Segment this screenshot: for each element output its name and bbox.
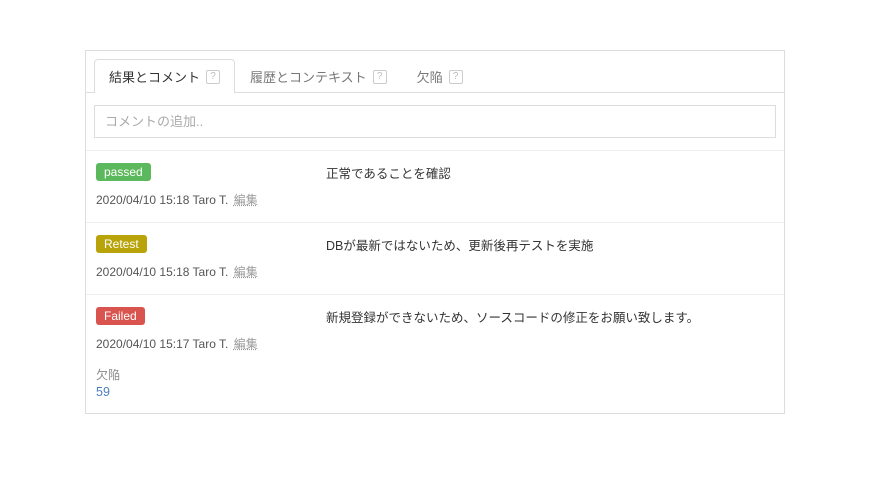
help-icon[interactable]: ? (206, 70, 220, 84)
entry-timestamp: 2020/04/10 15:18 (96, 265, 189, 279)
tab-label: 結果とコメント (109, 67, 200, 86)
tab-label: 欠陥 (417, 67, 443, 86)
defect-label: 欠陥 (96, 366, 326, 383)
result-entry: passed 2020/04/10 15:18 Taro T. 編集 正常である… (86, 150, 784, 222)
status-badge: Failed (96, 307, 145, 325)
tab-defects[interactable]: 欠陥 ? (402, 59, 478, 93)
help-icon[interactable]: ? (373, 70, 387, 84)
status-badge: Retest (96, 235, 147, 253)
comment-input[interactable] (94, 105, 776, 138)
edit-link[interactable]: 編集 (234, 265, 258, 279)
tab-results-comments[interactable]: 結果とコメント ? (94, 59, 235, 93)
tab-bar: 結果とコメント ? 履歴とコンテキスト ? 欠陥 ? (86, 51, 784, 93)
entry-timestamp: 2020/04/10 15:17 (96, 337, 189, 351)
entries-list: passed 2020/04/10 15:18 Taro T. 編集 正常である… (86, 150, 784, 413)
tab-label: 履歴とコンテキスト (250, 67, 367, 86)
entry-meta: Failed 2020/04/10 15:17 Taro T. 編集 欠陥 59 (96, 307, 326, 399)
edit-link[interactable]: 編集 (234, 337, 258, 351)
entry-timestamp: 2020/04/10 15:18 (96, 193, 189, 207)
entry-meta: Retest 2020/04/10 15:18 Taro T. 編集 (96, 235, 326, 280)
entry-meta: passed 2020/04/10 15:18 Taro T. 編集 (96, 163, 326, 208)
results-panel: 結果とコメント ? 履歴とコンテキスト ? 欠陥 ? passed 2020/0… (85, 50, 785, 414)
entry-comment: DBが最新ではないため、更新後再テストを実施 (326, 235, 774, 280)
status-badge: passed (96, 163, 151, 181)
comment-input-wrap (86, 93, 784, 150)
entry-author: Taro T. (193, 265, 229, 279)
result-entry: Failed 2020/04/10 15:17 Taro T. 編集 欠陥 59… (86, 294, 784, 413)
edit-link[interactable]: 編集 (234, 193, 258, 207)
entry-author: Taro T. (193, 337, 229, 351)
defect-link[interactable]: 59 (96, 385, 110, 399)
entry-comment: 新規登録ができないため、ソースコードの修正をお願い致します。 (326, 307, 774, 399)
entry-author: Taro T. (193, 193, 229, 207)
entry-comment: 正常であることを確認 (326, 163, 774, 208)
help-icon[interactable]: ? (449, 70, 463, 84)
tab-history-context[interactable]: 履歴とコンテキスト ? (235, 59, 402, 93)
result-entry: Retest 2020/04/10 15:18 Taro T. 編集 DBが最新… (86, 222, 784, 294)
